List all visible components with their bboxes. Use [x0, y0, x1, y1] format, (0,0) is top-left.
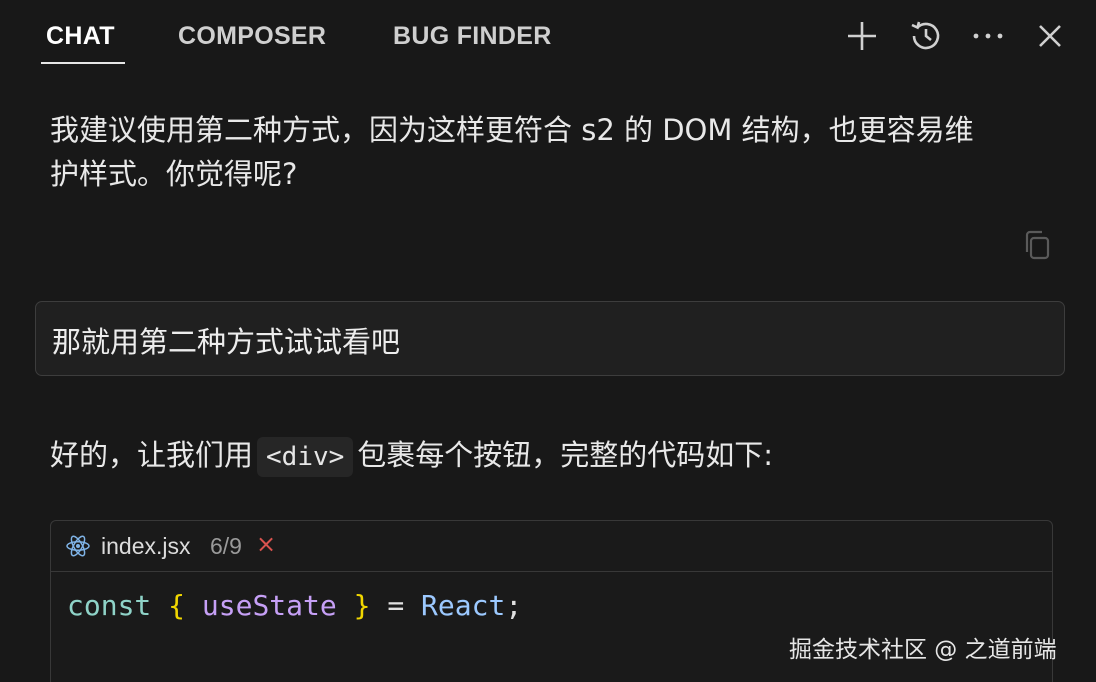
assistant-message-line: 护样式。你觉得呢? [50, 157, 298, 191]
history-icon [911, 21, 940, 50]
copy-icon [1025, 230, 1050, 260]
reject-change-button[interactable]: × [256, 530, 276, 558]
close-panel-button[interactable] [1030, 16, 1070, 56]
new-chat-button[interactable] [842, 16, 882, 56]
tab-bug-finder[interactable]: BUG FINDER [393, 22, 552, 51]
code-brace: { [168, 589, 186, 622]
more-options-button[interactable] [968, 16, 1008, 56]
assistant-message: 我建议使用第二种方式，因为这样更符合 s2 的 DOM 结构，也更容易维 护样式… [50, 108, 1050, 196]
tab-composer[interactable]: COMPOSER [178, 22, 326, 51]
chat-panel: CHAT COMPOSER BUG FINDER 我建议使用第二种方式，因为这样… [0, 0, 1096, 682]
code-keyword: const [67, 589, 152, 622]
active-tab-indicator [41, 62, 125, 64]
close-icon [1039, 25, 1061, 47]
code-semicolon: ; [505, 589, 523, 622]
user-message-text: 那就用第二种方式试试看吧 [52, 325, 401, 359]
copy-button[interactable] [1016, 224, 1058, 266]
user-message: 那就用第二种方式试试看吧 [35, 301, 1065, 376]
code-block-header: index.jsx 6/9 × [51, 521, 1052, 572]
file-name[interactable]: index.jsx [101, 533, 190, 560]
history-button[interactable] [906, 16, 946, 56]
top-bar: CHAT COMPOSER BUG FINDER [0, 0, 1096, 76]
inline-code: <div> [257, 437, 354, 477]
code-line: const { useState } = React; [67, 589, 522, 622]
assistant-message-text: 好的，让我们用 [50, 438, 254, 472]
file-count: 6/9 [210, 533, 242, 559]
tab-chat[interactable]: CHAT [46, 22, 115, 51]
assistant-message: 好的，让我们用 <div> 包裹每个按钮，完整的代码如下: [50, 433, 1050, 477]
assistant-message-text: 包裹每个按钮，完整的代码如下: [357, 438, 774, 472]
watermark: 掘金技术社区 @ 之道前端 [789, 637, 1057, 663]
code-variable: useState [201, 589, 337, 622]
plus-icon [848, 22, 876, 50]
assistant-message-line: 我建议使用第二种方式，因为这样更符合 s2 的 DOM 结构，也更容易维 [50, 113, 974, 147]
more-icon [973, 33, 1003, 39]
code-class: React [421, 589, 506, 622]
code-operator: = [387, 589, 405, 622]
code-brace: } [353, 589, 371, 622]
react-icon [66, 535, 90, 557]
